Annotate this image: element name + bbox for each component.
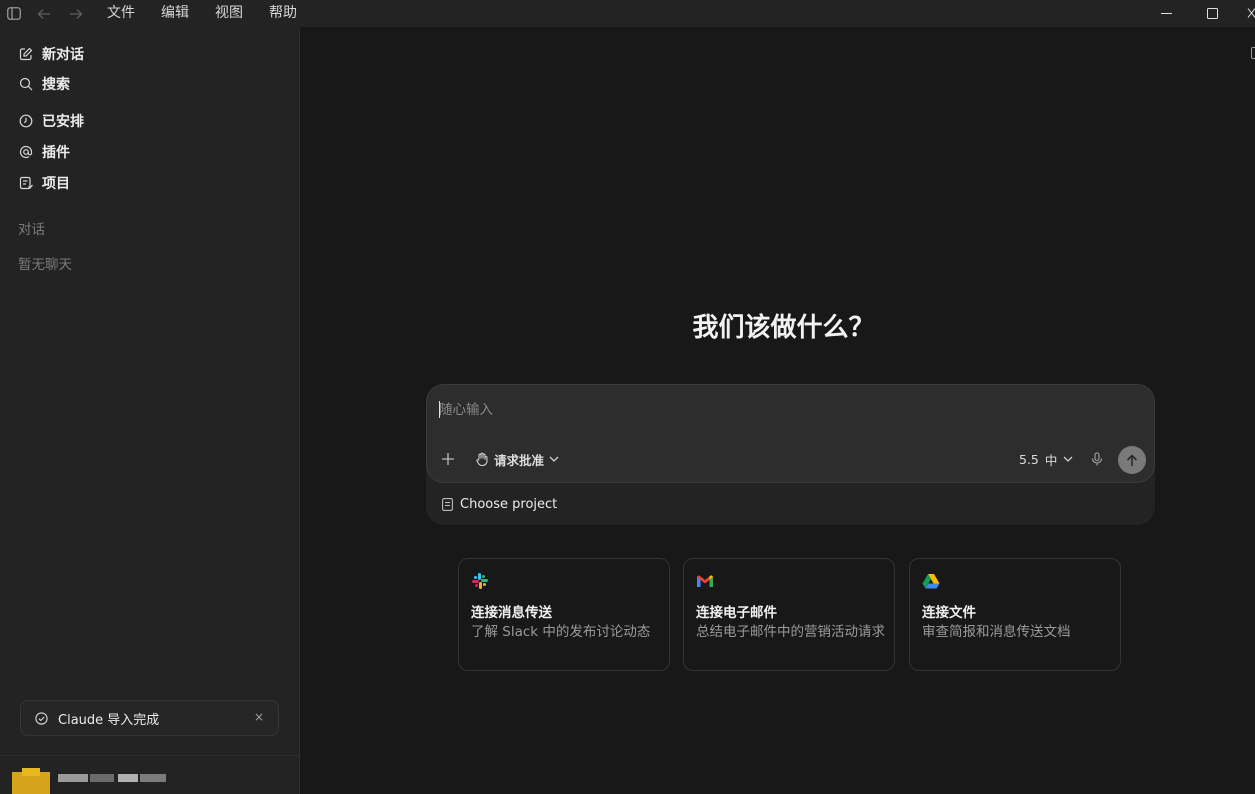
card-description: 总结电子邮件中的营销活动请求 — [696, 624, 885, 640]
minimize-icon — [1160, 13, 1172, 14]
arrow-right-icon — [70, 8, 83, 19]
maximize-button[interactable] — [1189, 0, 1235, 27]
search-icon — [18, 76, 34, 92]
menu-file[interactable]: 文件 — [92, 0, 148, 27]
redacted-name — [118, 774, 138, 782]
panel-toggle-icon[interactable] — [1251, 47, 1255, 59]
card-title: 连接文件 — [922, 605, 976, 621]
menu-help[interactable]: 帮助 — [256, 0, 310, 27]
sidebar-item-plugins[interactable]: 插件 — [18, 141, 70, 163]
sidebar: 新对话 搜索 已安排 插件 项目 对话 暂无聊天 Claude 导入完成 × — [0, 27, 300, 794]
toggle-sidebar-button[interactable] — [0, 0, 28, 27]
menu-view[interactable]: 视图 — [202, 0, 256, 27]
model-level: 中 — [1044, 452, 1058, 468]
redacted-name — [140, 774, 166, 782]
back-button[interactable] — [28, 0, 60, 27]
card-connect-email[interactable]: 连接电子邮件 总结电子邮件中的营销活动请求 — [683, 558, 895, 671]
redacted-name — [58, 774, 88, 782]
document-icon — [442, 497, 453, 511]
sidebar-item-new-chat[interactable]: 新对话 — [18, 43, 84, 65]
avatar-highlight — [22, 768, 40, 776]
drive-icon — [922, 574, 940, 589]
sidebar-item-label: 项目 — [42, 176, 70, 192]
chevron-down-icon — [549, 456, 559, 462]
window-controls — [1143, 0, 1255, 27]
toast-close-button[interactable]: × — [254, 710, 264, 724]
import-toast: Claude 导入完成 × — [20, 700, 279, 736]
sidebar-item-search[interactable]: 搜索 — [18, 73, 70, 95]
main-panel: 我们该做什么？ 请求批准 5.5 — [300, 27, 1255, 794]
plus-icon — [442, 453, 454, 465]
title-bar: 文件 编辑 视图 帮助 — [0, 0, 1255, 27]
edit-icon — [18, 46, 34, 62]
card-connect-messaging[interactable]: 连接消息传送 了解 Slack 中的发布讨论动态 — [458, 558, 670, 671]
hand-icon — [475, 452, 489, 466]
conversations-heading: 对话 — [18, 222, 45, 238]
card-connect-files[interactable]: 连接文件 审查简报和消息传送文档 — [909, 558, 1121, 671]
redacted-name — [90, 774, 114, 782]
arrow-left-icon — [37, 8, 50, 19]
at-icon — [18, 144, 34, 160]
minimize-button[interactable] — [1143, 0, 1189, 27]
app-window: 文件 编辑 视图 帮助 新对话 搜索 已安排 插件 项目 对话 暂无聊天 Cla… — [0, 0, 1255, 794]
card-description: 了解 Slack 中的发布讨论动态 — [471, 624, 651, 640]
clock-icon — [18, 113, 34, 129]
text-caret — [439, 401, 440, 418]
approval-mode-label: 请求批准 — [494, 452, 545, 468]
empty-chats-text: 暂无聊天 — [18, 257, 72, 273]
forward-button[interactable] — [60, 0, 92, 27]
page-title: 我们该做什么？ — [692, 313, 875, 343]
card-title: 连接电子邮件 — [696, 605, 777, 621]
chevron-down-icon — [1063, 456, 1073, 462]
prompt-input[interactable] — [439, 399, 1039, 421]
sidebar-item-label: 新对话 — [42, 47, 84, 63]
toast-text: Claude 导入完成 — [58, 712, 160, 728]
composer-container: 请求批准 5.5 中 — [426, 384, 1155, 525]
sidebar-item-label: 搜索 — [42, 77, 70, 93]
menu-edit[interactable]: 编辑 — [148, 0, 202, 27]
send-button[interactable] — [1118, 446, 1146, 474]
choose-project-label: Choose project — [460, 496, 558, 512]
sidebar-item-label: 插件 — [42, 145, 70, 161]
model-version: 5.5 — [1019, 451, 1039, 467]
project-icon — [18, 175, 34, 191]
gmail-icon — [697, 575, 713, 587]
close-window-button[interactable] — [1235, 0, 1255, 27]
choose-project-button[interactable]: Choose project — [442, 494, 557, 514]
close-icon — [1247, 8, 1255, 18]
account-footer[interactable] — [0, 755, 299, 794]
sidebar-item-label: 已安排 — [42, 114, 84, 130]
sidebar-icon — [7, 7, 21, 20]
card-title: 连接消息传送 — [471, 605, 552, 621]
approval-mode-dropdown[interactable]: 请求批准 — [475, 449, 559, 469]
maximize-icon — [1206, 8, 1218, 19]
slack-icon — [472, 573, 488, 589]
sidebar-item-scheduled[interactable]: 已安排 — [18, 110, 84, 132]
sidebar-item-projects[interactable]: 项目 — [18, 172, 70, 194]
arrow-up-icon — [1126, 453, 1138, 466]
model-selector[interactable]: 5.5 中 — [1019, 449, 1073, 469]
composer: 请求批准 5.5 中 — [426, 384, 1155, 483]
check-circle-icon — [35, 711, 49, 725]
card-description: 审查简报和消息传送文档 — [922, 624, 1071, 640]
voice-input-button[interactable] — [1089, 451, 1105, 467]
microphone-icon — [1091, 452, 1103, 466]
add-attachment-button[interactable] — [440, 451, 456, 467]
